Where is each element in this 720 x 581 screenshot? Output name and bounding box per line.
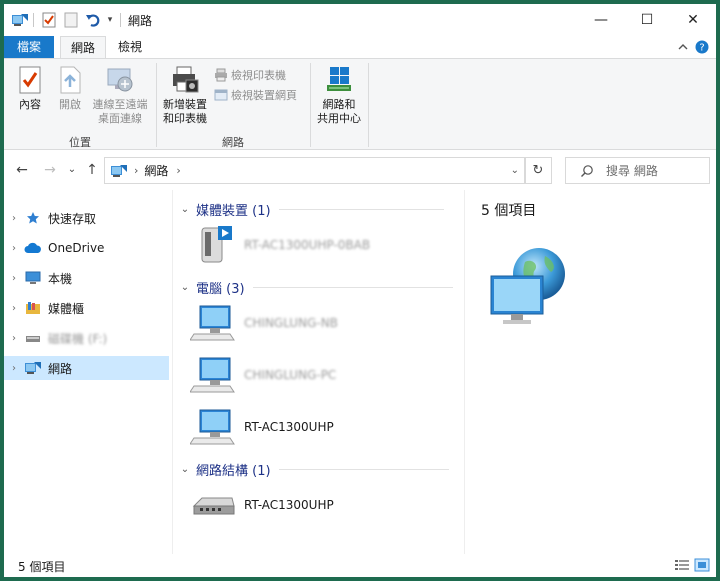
computer-icon (24, 270, 42, 286)
network-sharing-icon (327, 67, 351, 91)
group-header-network-infrastructure[interactable]: ⌄ 網路結構 (1) (178, 460, 449, 479)
tab-file[interactable]: 檔案 (4, 36, 54, 58)
svg-text:?: ? (699, 43, 704, 54)
drive-icon (24, 330, 42, 346)
refresh-button[interactable]: ↻ (524, 157, 552, 184)
chevron-right-icon[interactable]: › (4, 363, 24, 374)
network-icon (10, 11, 30, 29)
status-item-count: 5 個項目 (18, 560, 66, 574)
list-item[interactable]: CHINGLUNG-NB (190, 300, 338, 346)
remote-desktop-button[interactable]: 連線至遠端 桌面連線 (88, 65, 152, 126)
chevron-right-icon[interactable]: › (4, 333, 24, 344)
cloud-icon (24, 240, 42, 256)
printer-icon (173, 66, 199, 93)
network-icon (24, 360, 42, 376)
properties-icon (19, 66, 41, 94)
sidebar-item-onedrive[interactable]: › OneDrive (4, 236, 169, 260)
group-label-location: 位置 (69, 136, 91, 149)
view-device-webpage-button[interactable]: 檢視裝置網頁 (214, 87, 297, 103)
ribbon-tabs: 檔案 網路 檢視 ? (4, 36, 716, 59)
computer-icon (190, 357, 235, 393)
breadcrumb-separator[interactable]: › (176, 164, 180, 177)
navigation-bar: ← → ⌄ ↑ › 網路 › ⌄ ↻ 搜尋 網路 (4, 150, 716, 190)
remote-desktop-icon (107, 68, 133, 92)
sidebar-item-quick-access[interactable]: › 快速存取 (4, 206, 169, 230)
list-item[interactable]: RT-AC1300UHP (190, 404, 334, 450)
new-folder-icon[interactable] (62, 11, 80, 29)
details-pane: 5 個項目 (464, 190, 716, 554)
large-icons-view-icon[interactable] (694, 558, 710, 572)
sidebar-item-libraries[interactable]: › 媒體櫃 (4, 296, 169, 320)
address-dropdown-icon[interactable]: ⌄ (511, 165, 519, 176)
search-placeholder: 搜尋 網路 (606, 164, 658, 178)
status-bar: 5 個項目 (4, 554, 716, 577)
file-list: ⌄ 媒體裝置 (1) RT-AC1300UHP-0BAB ⌄ 電腦 (3) CH… (174, 190, 464, 554)
close-button[interactable]: ✕ (670, 4, 716, 36)
explorer-window: ▾ 網路 — ☐ ✕ 檔案 網路 檢視 ? 內容 開啟 連線至遠端 桌面連線 位… (4, 4, 716, 577)
breadcrumb-network[interactable]: 網路 (144, 162, 168, 179)
printer-icon (215, 68, 227, 82)
undo-icon[interactable] (84, 11, 102, 29)
star-icon (24, 210, 42, 226)
properties-icon[interactable] (40, 11, 58, 29)
computer-icon (190, 409, 235, 445)
webpage-icon (214, 89, 228, 101)
window-title: 網路 (128, 14, 153, 28)
up-button[interactable]: ↑ (82, 162, 102, 178)
details-view-icon[interactable] (674, 558, 690, 572)
computer-icon (190, 305, 235, 341)
network-sharing-center-button[interactable]: 網路和 共用中心 (314, 65, 364, 126)
view-printers-button[interactable]: 檢視印表機 (214, 67, 286, 83)
details-item-count: 5 個項目 (481, 203, 537, 219)
minimize-button[interactable]: — (578, 4, 624, 36)
address-bar[interactable]: › 網路 › ⌄ (104, 157, 526, 184)
sidebar-item-drive[interactable]: › 磁碟機 (F:) (4, 326, 169, 350)
sidebar-item-network[interactable]: › 網路 (4, 356, 169, 380)
list-item[interactable]: RT-AC1300UHP-0BAB (190, 222, 370, 268)
sidebar-item-this-pc[interactable]: › 本機 (4, 266, 169, 290)
chevron-up-icon[interactable] (676, 39, 690, 55)
ribbon: 內容 開啟 連線至遠端 桌面連線 位置 新增裝置 和印表機 檢視印表機 檢視裝置… (4, 58, 716, 150)
search-input[interactable]: 搜尋 網路 (565, 157, 710, 184)
network-icon (111, 164, 127, 177)
customize-toolbar-icon[interactable]: ▾ (104, 11, 116, 29)
open-icon (60, 66, 81, 94)
network-globe-icon (490, 248, 565, 324)
help-icon[interactable]: ? (694, 39, 710, 55)
group-label-network: 網路 (222, 136, 244, 149)
list-item[interactable]: CHINGLUNG-PC (190, 352, 336, 398)
search-icon (581, 164, 593, 177)
maximize-button[interactable]: ☐ (624, 4, 670, 36)
chevron-right-icon[interactable]: › (4, 243, 24, 254)
back-button[interactable]: ← (12, 162, 32, 178)
router-icon (192, 497, 235, 515)
chevron-right-icon[interactable]: › (4, 213, 24, 224)
recent-locations-button[interactable]: ⌄ (62, 164, 82, 175)
media-device-icon (201, 226, 232, 263)
library-icon (24, 300, 42, 316)
forward-button[interactable]: → (40, 162, 60, 178)
chevron-down-icon[interactable]: ⌄ (178, 282, 192, 293)
properties-button[interactable]: 內容 (12, 65, 48, 112)
chevron-down-icon[interactable]: ⌄ (178, 204, 192, 215)
open-button[interactable]: 開啟 (52, 65, 88, 112)
chevron-right-icon[interactable]: › (4, 303, 24, 314)
title-bar: ▾ 網路 — ☐ ✕ (4, 4, 716, 36)
add-devices-button[interactable]: 新增裝置 和印表機 (160, 65, 210, 126)
tab-network[interactable]: 網路 (60, 36, 106, 59)
breadcrumb-separator[interactable]: › (134, 164, 138, 177)
chevron-right-icon[interactable]: › (4, 273, 24, 284)
group-header-computers[interactable]: ⌄ 電腦 (3) (178, 278, 453, 297)
navigation-pane: › 快速存取 › OneDrive › 本機 › 媒體櫃 › 磁碟機 (F:) … (4, 190, 172, 554)
group-header-media-devices[interactable]: ⌄ 媒體裝置 (1) (178, 200, 444, 219)
list-item[interactable]: RT-AC1300UHP (190, 482, 334, 528)
tab-view[interactable]: 檢視 (110, 36, 150, 58)
chevron-down-icon[interactable]: ⌄ (178, 464, 192, 475)
